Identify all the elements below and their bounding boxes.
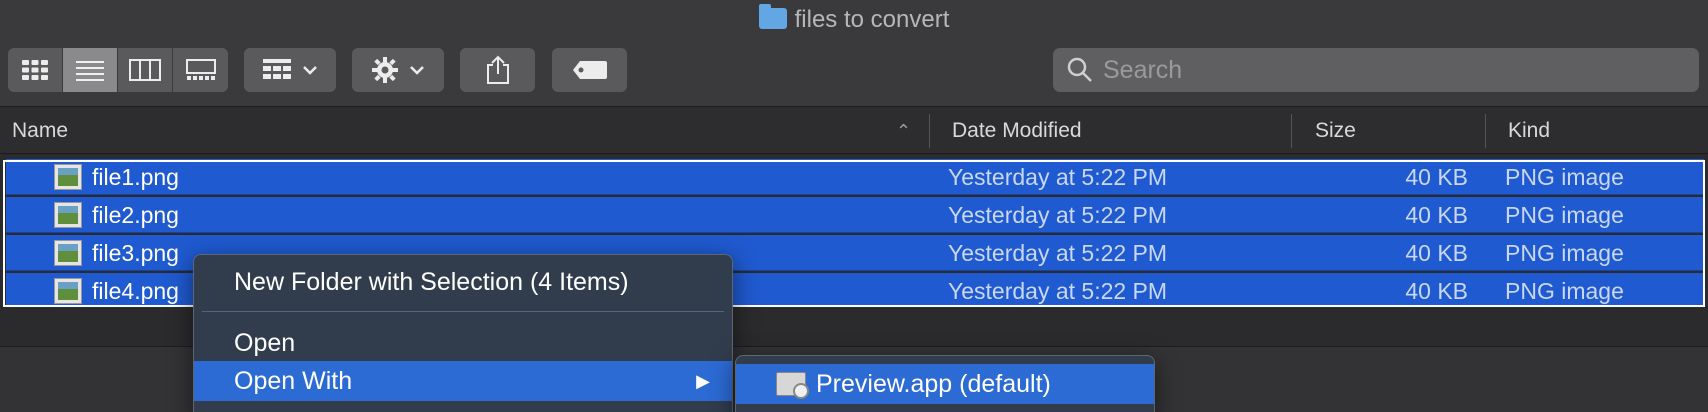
column-view-button[interactable] [118,48,173,92]
action-button[interactable] [352,48,444,92]
view-mode-segmented-control [8,48,228,92]
png-image-icon [54,278,82,304]
gallery-icon [185,59,216,80]
toolbar: files to convert [0,0,1708,107]
png-image-icon [54,164,82,190]
file-row[interactable]: file1.png Yesterday at 5:22 PM 40 KB PNG… [6,159,1704,195]
png-image-icon [54,202,82,228]
chevron-down-icon [303,66,317,75]
file-size: 40 KB [1405,278,1468,304]
share-icon [486,55,509,84]
file-name: file1.png [92,164,179,190]
file-date: Yesterday at 5:22 PM [948,164,1168,190]
window-title-text: files to convert [794,6,950,33]
column-name[interactable]: Name [12,119,68,143]
open-with-submenu: Preview.app (default) [735,355,1155,412]
file-size: 40 KB [1405,164,1468,190]
chevron-down-icon [410,66,424,75]
search-icon [1067,57,1092,82]
sort-ascending-icon: ⌃ [896,121,912,141]
group-by-button[interactable] [244,48,336,92]
gallery-view-button[interactable] [173,48,228,92]
column-date-modified[interactable]: Date Modified [952,119,1082,143]
gear-icon [372,57,398,83]
file-name: file2.png [92,202,179,228]
list-view-button[interactable] [63,48,118,92]
share-button[interactable] [460,48,535,92]
tag-button[interactable] [552,48,627,92]
window-title: files to convert [0,4,1708,34]
file-kind: PNG image [1505,202,1624,228]
file-size: 40 KB [1405,240,1468,266]
menu-item-open-with-label: Open With [234,367,353,395]
search-field[interactable] [1053,48,1699,92]
search-input[interactable] [1103,55,1683,85]
file-kind: PNG image [1505,240,1624,266]
column-divider[interactable] [1291,114,1292,148]
tag-icon [572,61,607,79]
column-header: Name ⌃ Date Modified Size Kind [0,108,1708,154]
column-divider[interactable] [1485,114,1486,148]
file-row[interactable]: file2.png Yesterday at 5:22 PM 40 KB PNG… [6,197,1704,233]
file-date: Yesterday at 5:22 PM [948,202,1168,228]
png-image-icon [54,240,82,266]
menu-item-preview-label: Preview.app (default) [816,370,1051,398]
menu-item-new-folder-with-selection[interactable]: New Folder with Selection (4 Items) [194,262,732,302]
group-grid-icon [263,59,291,79]
file-kind: PNG image [1505,278,1624,304]
columns-icon [129,59,161,81]
file-name: file4.png [92,278,179,304]
menu-item-open[interactable]: Open [194,323,732,363]
grid-icon [22,60,48,80]
file-name: file3.png [92,240,179,266]
context-menu: New Folder with Selection (4 Items) Open… [193,254,733,412]
file-kind: PNG image [1505,164,1624,190]
column-divider[interactable] [929,114,930,148]
list-icon [76,61,104,81]
column-size[interactable]: Size [1315,119,1356,143]
folder-icon [758,4,787,29]
icon-view-button[interactable] [8,48,63,92]
submenu-arrow-icon: ▶ [696,371,710,391]
preview-app-icon [776,372,809,399]
column-kind[interactable]: Kind [1508,119,1550,143]
file-size: 40 KB [1405,202,1468,228]
menu-separator [202,311,724,312]
menu-item-preview-app[interactable]: Preview.app (default) [736,364,1154,404]
file-date: Yesterday at 5:22 PM [948,240,1168,266]
menu-item-open-with[interactable]: Open With ▶ [194,361,732,401]
file-date: Yesterday at 5:22 PM [948,278,1168,304]
